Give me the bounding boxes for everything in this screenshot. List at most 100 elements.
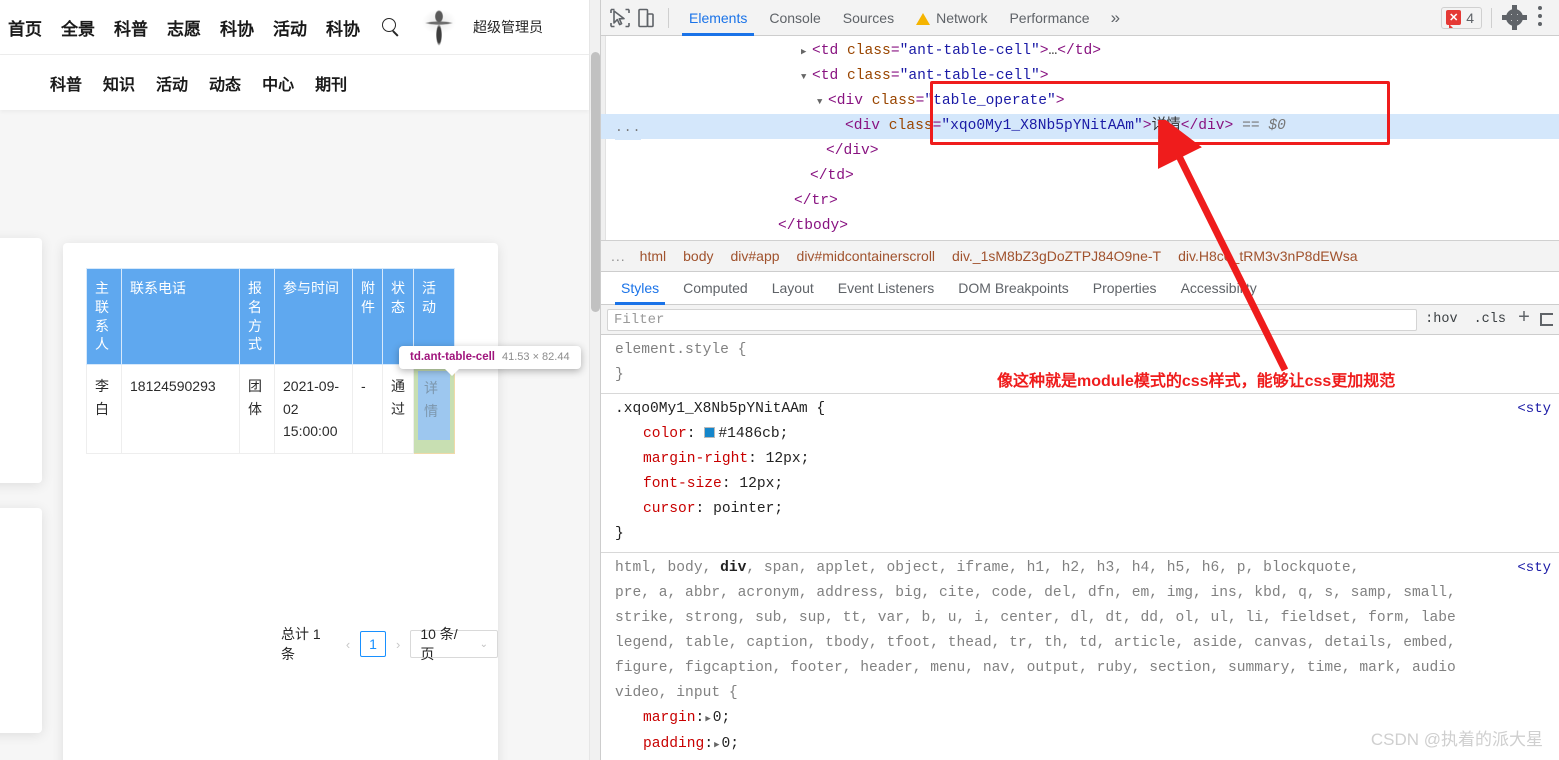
declaration-property[interactable]: color <box>643 426 687 442</box>
reset-selector-line[interactable]: legend, table, caption, tbody, tfoot, th… <box>615 631 1559 656</box>
subnav-item-4[interactable]: 中心 <box>262 71 294 95</box>
page-scrollbar[interactable] <box>589 0 600 760</box>
breadcrumb-item-midcontainerscroll[interactable]: div#midcontainerscroll <box>797 248 936 264</box>
toggle-cls-button[interactable]: .cls <box>1466 312 1514 327</box>
subnav-item-1[interactable]: 知识 <box>103 71 135 95</box>
declaration-value[interactable]: 0 <box>722 736 731 752</box>
pagination-next-icon[interactable]: › <box>394 637 402 652</box>
declaration-property[interactable]: margin-right <box>643 451 748 467</box>
error-count-badge[interactable]: ✕ 4 <box>1441 6 1482 29</box>
breadcrumb-item-html[interactable]: html <box>640 248 666 264</box>
rule-css-reset[interactable]: <sty html, body, div, span, applet, obje… <box>601 553 1559 760</box>
declaration-margin-right[interactable]: margin-right: 12px; <box>615 447 1559 472</box>
avatar[interactable] <box>417 5 461 49</box>
expand-triangle-icon[interactable]: ▶ <box>714 740 719 750</box>
dom-row[interactable]: </tr> <box>601 189 1559 214</box>
declaration-margin[interactable]: margin:▶ 0; <box>615 706 1559 732</box>
nav-item-4[interactable]: 科协 <box>220 15 254 40</box>
tab-console[interactable]: Console <box>758 0 831 36</box>
cell-status: 通过 <box>382 363 414 455</box>
declaration-property[interactable]: padding <box>643 736 704 752</box>
declaration-property[interactable]: margin <box>643 710 696 726</box>
toggle-hov-button[interactable]: :hov <box>1417 312 1465 327</box>
tab-sources[interactable]: Sources <box>832 0 905 36</box>
dom-tree[interactable]: ▶ <td class="ant-table-cell">…</td> ▼ <td … <box>601 36 1559 241</box>
dom-row[interactable]: </div> <box>601 139 1559 164</box>
dom-row[interactable]: ▼ <div class="table_operate"> <box>601 89 1559 114</box>
rule-module-class[interactable]: <sty .xqo0My1_X8Nb5pYNitAAm { color: #14… <box>601 394 1559 553</box>
tab-properties[interactable]: Properties <box>1081 272 1169 305</box>
cell-action-highlighted[interactable]: 详情 <box>413 363 455 455</box>
reset-selector-line[interactable]: strike, strong, sub, sup, tt, var, b, u,… <box>615 606 1559 631</box>
nav-item-1[interactable]: 全景 <box>61 15 95 40</box>
expand-triangle-icon[interactable]: ▶ <box>801 40 810 65</box>
filter-input[interactable] <box>607 308 1418 331</box>
dom-row[interactable]: </tbody> <box>601 214 1559 239</box>
more-tabs-chevron-icon[interactable]: » <box>1101 8 1130 28</box>
declaration-value[interactable]: 12px <box>766 451 801 467</box>
declaration-value[interactable]: #1486cb <box>718 426 779 442</box>
breadcrumb-item-wrapper[interactable]: div._1sM8bZ3gDoZTPJ84O9ne-T <box>952 248 1161 264</box>
declaration-property[interactable]: font-size <box>643 476 722 492</box>
kebab-menu-icon[interactable] <box>1527 5 1553 31</box>
subnav-item-5[interactable]: 期刊 <box>315 71 347 95</box>
declaration-property[interactable]: cursor <box>643 501 696 517</box>
tab-performance[interactable]: Performance <box>998 0 1100 36</box>
tab-network[interactable]: Network <box>905 0 998 36</box>
pagination-page-1[interactable]: 1 <box>360 631 386 657</box>
dom-row[interactable]: ▶ <td class="ant-table-cell">…</td> <box>601 39 1559 64</box>
pagination-prev-icon[interactable]: ‹ <box>344 637 352 652</box>
reset-selector-line[interactable]: video, input { <box>615 681 1559 706</box>
nav-item-0[interactable]: 首页 <box>8 15 42 40</box>
declaration-value[interactable]: pointer <box>713 501 774 517</box>
stylesheet-source-link-2[interactable]: <sty <box>1517 556 1551 581</box>
color-swatch[interactable] <box>704 427 716 438</box>
dom-row[interactable]: ▼ <td class="ant-table-cell"> <box>601 64 1559 89</box>
breadcrumb-item-body[interactable]: body <box>683 248 713 264</box>
stylesheet-source-link[interactable]: <sty <box>1517 397 1551 422</box>
top-navigation-bar: 首页 全景 科普 志愿 科协 活动 科协 超级管理员 <box>0 0 589 55</box>
nav-item-2[interactable]: 科普 <box>114 15 148 40</box>
declaration-value[interactable]: 12px <box>739 476 774 492</box>
subnav-item-0[interactable]: 科普 <box>50 71 82 95</box>
rule-selector[interactable]: .xqo0My1_X8Nb5pYNitAAm { <box>615 397 1559 422</box>
declaration-color[interactable]: color: #1486cb; <box>615 422 1559 447</box>
tab-dom-breakpoints[interactable]: DOM Breakpoints <box>946 272 1080 305</box>
reset-selector-line[interactable]: figure, figcaption, footer, header, menu… <box>615 656 1559 681</box>
tab-computed[interactable]: Computed <box>671 272 760 305</box>
page-size-select[interactable]: 10 条/页 ⌄ <box>410 626 498 662</box>
reset-selector-line[interactable]: html, body, div, span, applet, object, i… <box>615 556 1559 581</box>
nav-item-3[interactable]: 志愿 <box>167 15 201 40</box>
search-icon[interactable] <box>381 17 401 37</box>
tab-elements[interactable]: Elements <box>678 0 758 36</box>
declaration-padding[interactable]: padding:▶ 0; <box>615 732 1559 758</box>
reset-selector-line[interactable]: pre, a, abbr, acronym, address, big, cit… <box>615 581 1559 606</box>
collapse-triangle-icon[interactable]: ▼ <box>817 90 826 115</box>
tab-layout[interactable]: Layout <box>760 272 826 305</box>
subnav-item-3[interactable]: 动态 <box>209 71 241 95</box>
gear-icon[interactable] <box>1501 5 1527 31</box>
expand-triangle-icon[interactable]: ▶ <box>705 714 710 724</box>
tab-event-listeners[interactable]: Event Listeners <box>826 272 947 305</box>
new-style-rule-button[interactable]: + <box>1514 307 1534 330</box>
inspect-element-icon[interactable] <box>607 5 633 31</box>
detail-link[interactable]: 详情 <box>418 371 450 440</box>
declaration-cursor[interactable]: cursor: pointer; <box>615 497 1559 522</box>
tab-styles[interactable]: Styles <box>609 272 671 305</box>
collapse-triangle-icon[interactable]: ▼ <box>801 65 810 90</box>
page-scrollbar-thumb[interactable] <box>591 52 600 312</box>
subnav-item-2[interactable]: 活动 <box>156 71 188 95</box>
nav-item-5[interactable]: 活动 <box>273 15 307 40</box>
breadcrumb-item-inner[interactable]: div.H8c0_tRM3v3nP8dEWsa <box>1178 248 1357 264</box>
breadcrumb-overflow[interactable]: ... <box>611 248 626 264</box>
dom-row-ellipsis[interactable]: ... <box>615 115 642 140</box>
tab-accessibility[interactable]: Accessibility <box>1169 272 1269 305</box>
dom-row-selected[interactable]: ... <div class="xqo0My1_X8Nb5pYNitAAm">详情… <box>601 114 1559 140</box>
breadcrumb-item-app[interactable]: div#app <box>730 248 779 264</box>
dom-row[interactable]: </td> <box>601 164 1559 189</box>
device-toolbar-icon[interactable] <box>633 5 659 31</box>
computed-sidebar-icon[interactable] <box>1540 313 1553 326</box>
nav-item-6[interactable]: 科协 <box>326 15 360 40</box>
declaration-font-size[interactable]: font-size: 12px; <box>615 472 1559 497</box>
declaration-value[interactable]: 0 <box>713 710 722 726</box>
